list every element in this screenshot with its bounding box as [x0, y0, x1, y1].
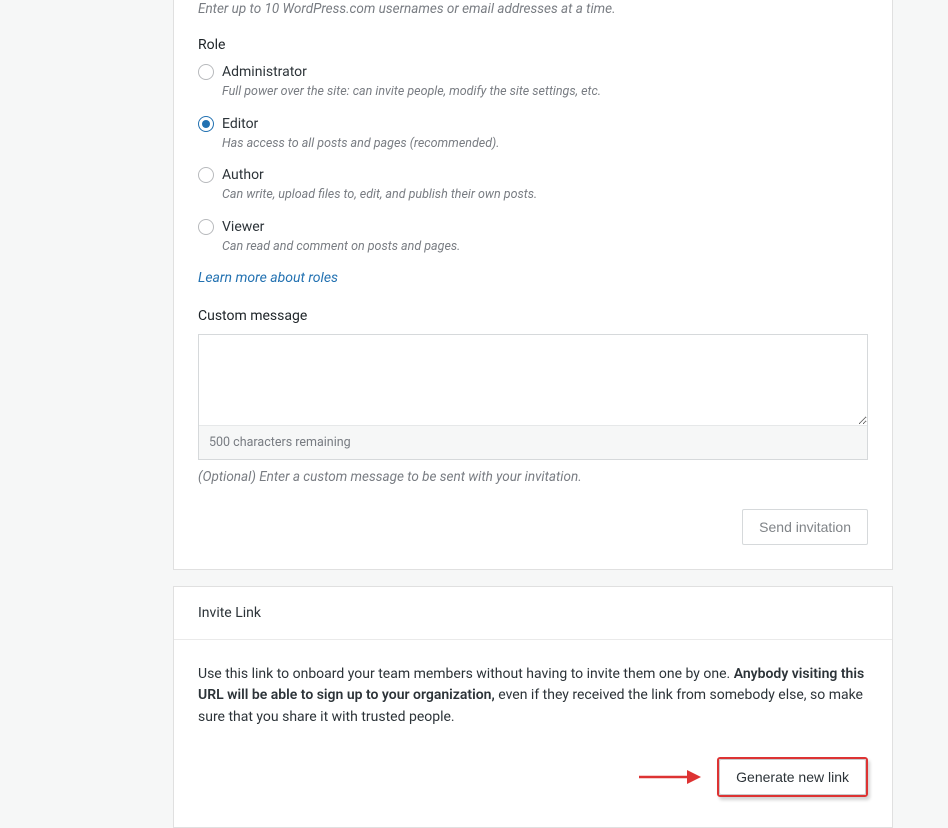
radio-icon: [198, 116, 214, 132]
custom-message-hint: (Optional) Enter a custom message to be …: [198, 468, 868, 487]
send-button-row: Send invitation: [198, 509, 868, 545]
role-option-administrator[interactable]: Administrator Full power over the site: …: [198, 63, 868, 101]
custom-message-label: Custom message: [198, 308, 868, 324]
annotation-arrow-icon: [639, 768, 701, 786]
role-desc: Can write, upload files to, edit, and pu…: [222, 186, 537, 204]
generate-new-link-button[interactable]: Generate new link: [719, 759, 866, 795]
annotation-highlight-box: Generate new link: [717, 757, 868, 797]
radio-icon: [198, 167, 214, 183]
role-label: Administrator: [222, 63, 601, 81]
learn-more-roles-link[interactable]: Learn more about roles: [198, 270, 338, 286]
invite-link-body: Use this link to onboard your team membe…: [174, 640, 892, 827]
custom-message-wrap: 500 characters remaining: [198, 334, 868, 460]
radio-icon: [198, 219, 214, 235]
role-option-viewer[interactable]: Viewer Can read and comment on posts and…: [198, 218, 868, 256]
role-option-author[interactable]: Author Can write, upload files to, edit,…: [198, 166, 868, 204]
characters-remaining: 500 characters remaining: [199, 425, 867, 459]
invite-link-header: Invite Link: [174, 587, 892, 640]
custom-message-textarea[interactable]: [199, 335, 867, 425]
role-label: Author: [222, 166, 537, 184]
role-section-label: Role: [198, 37, 868, 53]
role-desc: Can read and comment on posts and pages.: [222, 238, 460, 256]
radio-icon: [198, 64, 214, 80]
generate-link-row: Generate new link: [198, 757, 868, 797]
usernames-hint: Enter up to 10 WordPress.com usernames o…: [198, 0, 868, 19]
role-label: Editor: [222, 115, 499, 133]
role-desc: Has access to all posts and pages (recom…: [222, 135, 499, 153]
role-option-editor[interactable]: Editor Has access to all posts and pages…: [198, 115, 868, 153]
role-desc: Full power over the site: can invite peo…: [222, 83, 601, 101]
invite-link-panel: Invite Link Use this link to onboard you…: [173, 586, 893, 828]
invite-link-description: Use this link to onboard your team membe…: [198, 664, 868, 729]
role-label: Viewer: [222, 218, 460, 236]
role-radio-group: Administrator Full power over the site: …: [198, 63, 868, 256]
invite-form-panel: Enter up to 10 WordPress.com usernames o…: [173, 0, 893, 570]
send-invitation-button[interactable]: Send invitation: [742, 509, 868, 545]
